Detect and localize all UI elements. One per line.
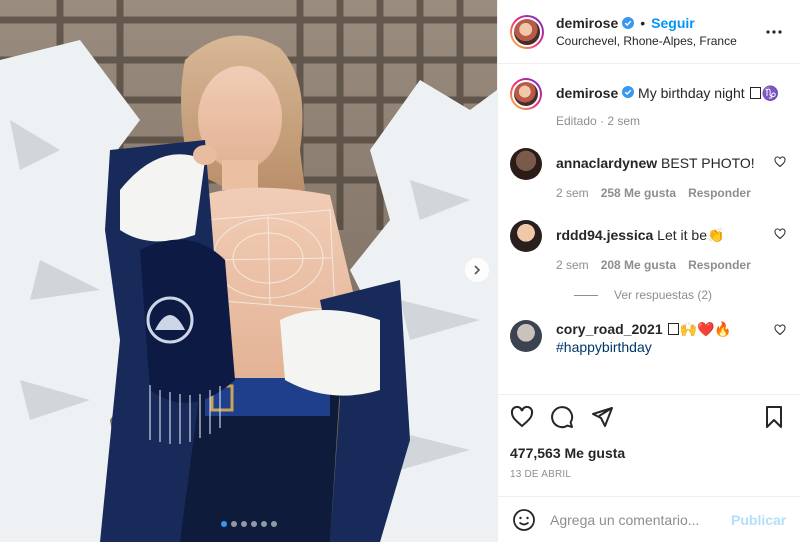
comment-likes[interactable]: 258 Me gusta (601, 186, 676, 200)
caption-emoji: ♑ (761, 85, 779, 101)
reply-button[interactable]: Responder (688, 258, 751, 272)
emoji-glyph (749, 87, 761, 99)
comment-username[interactable]: annaclardynew (556, 155, 657, 171)
caption-meta: Editado · 2 sem (556, 114, 641, 128)
post-header: demirose • Seguir Courchevel, Rhone-Alpe… (498, 0, 800, 64)
caption: demirose My birthday night ♑ Editado · 2… (510, 78, 786, 128)
comment-emoji: 👏 (707, 227, 725, 243)
save-button[interactable] (762, 405, 786, 429)
comments-list[interactable]: demirose My birthday night ♑ Editado · 2… (498, 64, 800, 394)
caption-text: My birthday night (638, 85, 745, 101)
comment-composer: Publicar (498, 496, 800, 542)
instagram-post: demirose • Seguir Courchevel, Rhone-Alpe… (0, 0, 800, 542)
replies-divider-line (574, 294, 598, 296)
like-button[interactable] (510, 405, 534, 429)
separator-dot: • (640, 15, 646, 31)
emoji-glyph (667, 323, 679, 335)
comment-time[interactable]: 2 sem (556, 186, 589, 200)
post-date[interactable]: 13 DE ABRIL (510, 469, 786, 480)
publish-button[interactable]: Publicar (731, 512, 786, 528)
carousel-next-button[interactable] (465, 258, 489, 282)
emoji-icon (513, 508, 535, 531)
more-icon (766, 29, 782, 34)
author-info: demirose • Seguir Courchevel, Rhone-Alpe… (556, 15, 762, 48)
commenter-avatar[interactable] (510, 148, 542, 180)
view-replies-button[interactable]: Ver respuestas (2) (574, 288, 786, 302)
share-button[interactable] (590, 405, 614, 429)
view-replies-label: Ver respuestas (2) (614, 288, 713, 302)
commenter-avatar[interactable] (510, 320, 542, 352)
caption-username[interactable]: demirose (556, 85, 618, 101)
caption-avatar[interactable] (510, 78, 542, 110)
comment-text: Let it be (657, 227, 707, 243)
heart-icon (510, 405, 534, 428)
comment-emoji: 🙌❤️🔥 (679, 321, 732, 337)
author-username[interactable]: demirose (556, 15, 618, 31)
comment-item: cory_road_2021 🙌❤️🔥 #happybirthday (510, 320, 786, 356)
post-media[interactable] (0, 0, 497, 542)
post-photo (0, 0, 497, 542)
follow-button[interactable]: Seguir (651, 15, 695, 31)
commenter-avatar[interactable] (510, 220, 542, 252)
reply-button[interactable]: Responder (688, 186, 751, 200)
post-side-panel: demirose • Seguir Courchevel, Rhone-Alpe… (497, 0, 800, 542)
comment-input[interactable] (550, 511, 731, 528)
comment-time[interactable]: 2 sem (556, 258, 589, 272)
carousel-dot (250, 521, 257, 527)
share-icon (592, 407, 613, 427)
like-comment-icon[interactable] (774, 228, 786, 240)
carousel-dot (230, 521, 237, 527)
carousel-dot (270, 521, 277, 527)
carousel-dot (220, 521, 227, 527)
post-actions: 477,563 Me gusta 13 DE ABRIL (498, 394, 800, 496)
emoji-picker-button[interactable] (512, 508, 536, 532)
comment-icon (551, 406, 574, 429)
carousel-dot (260, 521, 267, 527)
post-location[interactable]: Courchevel, Rhone-Alpes, France (556, 34, 762, 48)
like-comment-icon[interactable] (774, 156, 786, 168)
comment-item: rddd94.jessica Let it be👏 2 sem 208 Me g… (510, 220, 786, 272)
comment-text: BEST PHOTO! (661, 155, 755, 171)
comment-likes[interactable]: 208 Me gusta (601, 258, 676, 272)
comment-username[interactable]: cory_road_2021 (556, 321, 663, 337)
verified-icon (622, 86, 635, 98)
comment-button[interactable] (550, 405, 574, 429)
comment-hashtag[interactable]: #happybirthday (556, 339, 652, 355)
carousel-dot (240, 521, 247, 527)
like-comment-icon[interactable] (774, 324, 786, 336)
comment-username[interactable]: rddd94.jessica (556, 227, 653, 243)
chevron-right-icon (474, 265, 481, 275)
carousel-indicator (0, 521, 497, 527)
author-avatar[interactable] (510, 14, 544, 49)
verified-icon (622, 17, 635, 29)
likes-count[interactable]: 477,563 Me gusta (510, 445, 786, 461)
bookmark-icon (766, 406, 782, 428)
more-options-button[interactable] (762, 20, 786, 44)
comment-item: annaclardynew BEST PHOTO! 2 sem 258 Me g… (510, 148, 786, 200)
